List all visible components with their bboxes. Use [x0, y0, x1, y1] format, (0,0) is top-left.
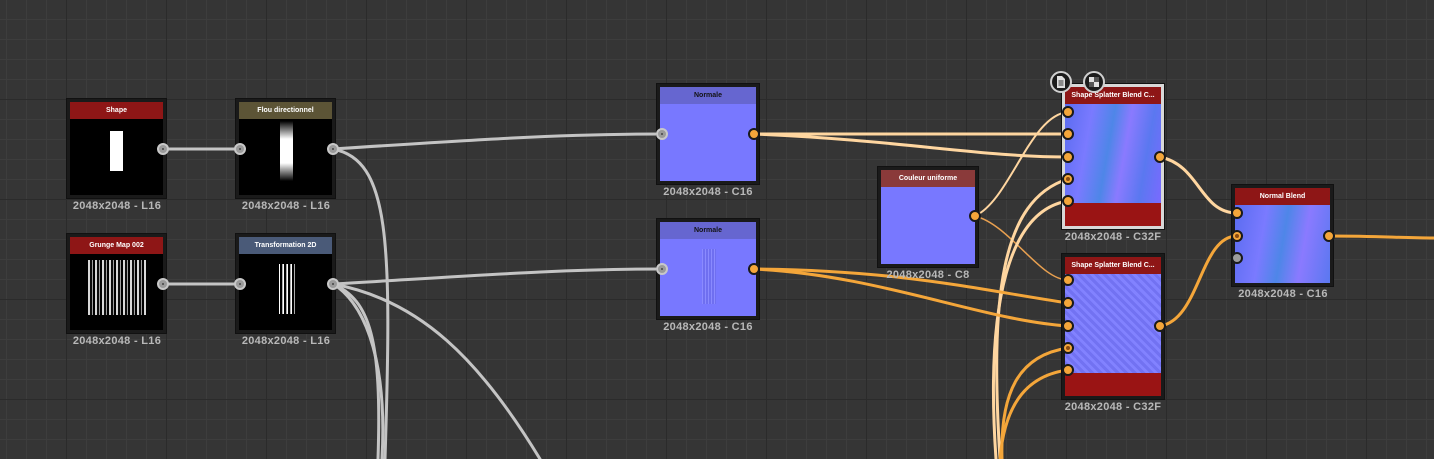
wire-normalblend-output [1327, 234, 1434, 240]
thumbnail [660, 239, 756, 316]
node-title: Grunge Map 002 [70, 237, 163, 254]
input-port[interactable] [1062, 173, 1074, 185]
thumbnail [881, 187, 975, 264]
wire-transform-to-normale2 [331, 267, 664, 286]
checker-icon[interactable] [1083, 71, 1105, 93]
thumbnail [70, 254, 163, 330]
input-port[interactable] [1062, 151, 1074, 163]
output-port[interactable] [748, 128, 760, 140]
node-title: Shape Splatter Blend C... [1065, 87, 1161, 104]
input-port[interactable] [1062, 274, 1074, 286]
node-title: Shape [70, 102, 163, 119]
thumbnail [70, 119, 163, 195]
node-resolution: 2048x2048 - C16 [663, 321, 753, 333]
node-shape-splatter-blend-1[interactable]: Shape Splatter Blend C... [1062, 84, 1164, 229]
output-port[interactable] [157, 278, 169, 290]
wire-normale1-to-splatter1-b [752, 132, 1070, 159]
thumbnail-bottom [1065, 203, 1161, 226]
node-resolution: 2048x2048 - C32F [1064, 401, 1162, 413]
wire-splatter2-to-normalblend [1158, 234, 1239, 328]
node-resolution: 2048x2048 - C16 [663, 186, 753, 198]
output-port[interactable] [1154, 320, 1166, 332]
thumbnail [1235, 205, 1330, 283]
node-resolution: 2048x2048 - L16 [72, 200, 162, 212]
node-couleur-uniforme[interactable]: Couleur uniforme [878, 167, 978, 267]
document-icon[interactable] [1050, 71, 1072, 93]
node-resolution: 2048x2048 - C32F [1064, 231, 1162, 243]
thumbnail [1065, 274, 1161, 373]
thumbnail [1065, 104, 1161, 203]
output-port[interactable] [157, 143, 169, 155]
node-title: Transformation 2D [239, 237, 332, 254]
node-resolution: 2048x2048 - C16 [1238, 288, 1328, 300]
node-title: Normale [660, 222, 756, 239]
input-port[interactable] [1062, 297, 1074, 309]
node-normale-2[interactable]: Normale [657, 219, 759, 319]
node-title: Couleur uniforme [881, 170, 975, 187]
input-port[interactable] [656, 128, 668, 140]
input-port[interactable] [1062, 128, 1074, 140]
node-title: Flou directionnel [239, 102, 332, 119]
output-port[interactable] [327, 278, 339, 290]
wire-transform-down-a [331, 282, 381, 459]
node-shape-splatter-blend-2[interactable]: Shape Splatter Blend C... [1062, 254, 1164, 399]
output-port[interactable] [327, 143, 339, 155]
input-port[interactable] [1062, 342, 1074, 354]
wire-up-to-splatter2-d [998, 368, 1070, 459]
input-port[interactable] [1062, 106, 1074, 118]
node-normale-1[interactable]: Normale [657, 84, 759, 184]
node-transformation-2d[interactable]: Transformation 2D [236, 234, 335, 333]
node-grunge-map[interactable]: Grunge Map 002 [67, 234, 166, 333]
thumbnail [660, 104, 756, 181]
input-port[interactable] [1231, 252, 1243, 264]
input-port[interactable] [1231, 230, 1243, 242]
input-port[interactable] [234, 278, 246, 290]
wire-transform-down-c [331, 282, 542, 459]
node-resolution: 2048x2048 - L16 [241, 200, 331, 212]
output-port[interactable] [1154, 151, 1166, 163]
input-port[interactable] [234, 143, 246, 155]
node-title: Normal Blend [1235, 188, 1330, 205]
thumbnail [239, 254, 332, 330]
input-port[interactable] [1231, 207, 1243, 219]
output-port[interactable] [969, 210, 981, 222]
node-title: Normale [660, 87, 756, 104]
node-resolution: 2048x2048 - L16 [241, 335, 331, 347]
thumbnail-bottom [1065, 373, 1161, 396]
node-resolution: 2048x2048 - C8 [886, 269, 970, 281]
wire-splatter1-to-normalblend [1158, 155, 1239, 215]
wire-couleur-to-splatter2 [974, 215, 1069, 281]
node-resolution: 2048x2048 - L16 [72, 335, 162, 347]
node-flou-directionnel[interactable]: Flou directionnel [236, 99, 335, 198]
wire-couleur-to-splatter1 [974, 111, 1069, 217]
node-normal-blend[interactable]: Normal Blend [1232, 185, 1333, 286]
node-title: Shape Splatter Blend C... [1065, 257, 1161, 274]
thumbnail [239, 119, 332, 195]
wire-flou-to-normale1 [331, 132, 664, 151]
input-port[interactable] [656, 263, 668, 275]
input-port[interactable] [1062, 364, 1074, 376]
input-port[interactable] [1062, 195, 1074, 207]
wire-transform-down-b [331, 282, 385, 459]
input-port[interactable] [1062, 320, 1074, 332]
node-shape[interactable]: Shape [67, 99, 166, 198]
output-port[interactable] [748, 263, 760, 275]
output-port[interactable] [1323, 230, 1335, 242]
